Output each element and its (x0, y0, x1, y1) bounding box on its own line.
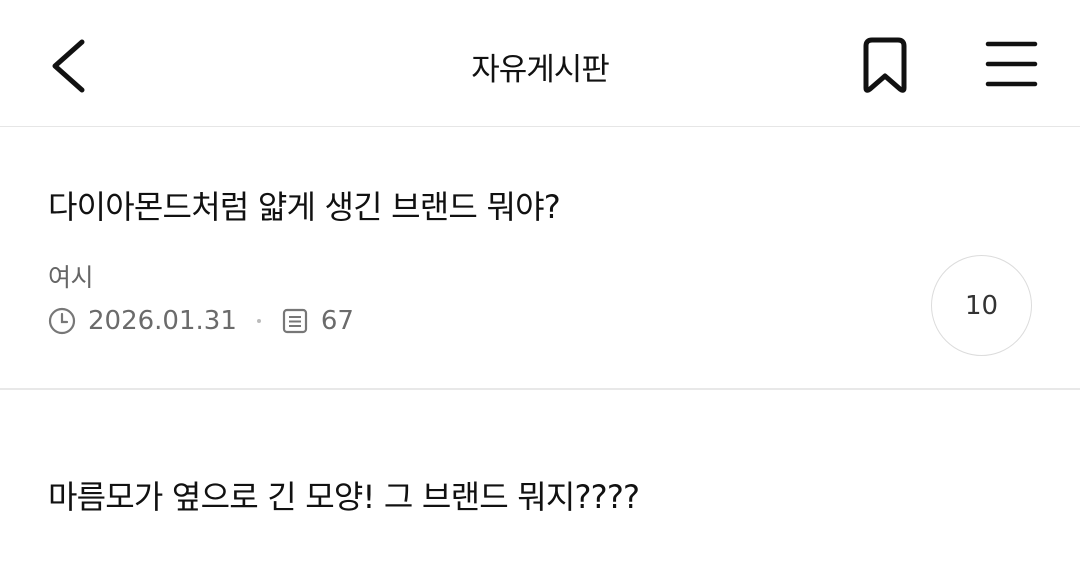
post-list-item[interactable]: 마름모가 옆으로 긴 모양! 그 브랜드 뭐지???? (0, 392, 1080, 561)
post-meta: 2026.01.31 67 (48, 304, 354, 338)
bookmark-icon (863, 37, 907, 93)
clock-icon (48, 307, 76, 335)
comment-count-badge[interactable]: 10 (931, 255, 1032, 356)
post-author: 여시 (48, 263, 94, 292)
back-button[interactable] (40, 30, 100, 100)
chevron-left-icon (52, 39, 85, 93)
document-icon (282, 308, 307, 334)
hamburger-menu-icon (985, 41, 1038, 87)
page-title: 자유게시판 (471, 52, 610, 88)
post-date: 2026.01.31 (88, 306, 237, 336)
post-list-item[interactable]: 다이아몬드처럼 얇게 생긴 브랜드 뭐야? 여시 2026.01.31 67 1… (0, 128, 1080, 390)
post-title[interactable]: 마름모가 옆으로 긴 모양! 그 브랜드 뭐지???? (48, 472, 640, 518)
post-view-count: 67 (320, 306, 354, 336)
meta-separator (256, 319, 261, 323)
menu-button[interactable] (978, 30, 1044, 100)
app-header: 자유게시판 (0, 0, 1080, 127)
post-title[interactable]: 다이아몬드처럼 얇게 생긴 브랜드 뭐야? (48, 182, 561, 228)
bookmark-button[interactable] (852, 30, 918, 100)
